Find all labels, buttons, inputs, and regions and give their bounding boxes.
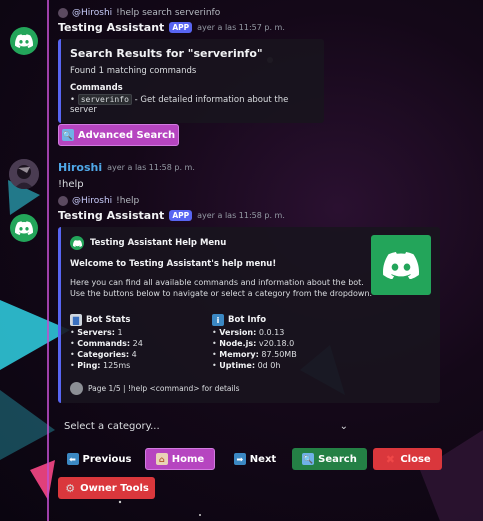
cross-icon: ✖ xyxy=(385,452,395,466)
field-value: 1 xyxy=(117,328,123,337)
footer-avatar xyxy=(70,382,83,395)
reply-reference[interactable]: @Hiroshi !help search serverinfo xyxy=(58,8,468,18)
embed-footer: Page 1/5 | !help <command> for details xyxy=(70,382,240,395)
field-value: v20.18.0 xyxy=(258,339,295,348)
search-label: Search xyxy=(318,453,357,465)
author-name[interactable]: Testing Assistant xyxy=(58,21,164,34)
reply-mention[interactable]: @Hiroshi xyxy=(72,196,112,206)
advanced-search-label: Advanced Search xyxy=(77,129,176,141)
user-avatar[interactable] xyxy=(9,159,39,189)
gear-icon: ⚙ xyxy=(65,481,76,495)
author-name[interactable]: Testing Assistant xyxy=(58,209,164,222)
field-label: Node.js: xyxy=(219,339,257,348)
field-row: • Commands: 24 xyxy=(70,339,210,348)
commands-heading: Commands xyxy=(70,83,123,93)
reply-text: !help xyxy=(116,196,140,206)
field-label: Servers: xyxy=(77,328,115,337)
previous-label: Previous xyxy=(82,453,132,465)
magnifier-icon: 🔍 xyxy=(302,453,315,465)
reply-mention[interactable]: @Hiroshi xyxy=(72,8,112,18)
command-code: serverinfo xyxy=(77,94,132,105)
field-row: • Categories: 4 xyxy=(70,350,210,359)
previous-button[interactable]: ⬅ Previous xyxy=(64,448,134,470)
close-label: Close xyxy=(400,453,431,465)
timestamp: ayer a las 11:58 p. m. xyxy=(197,211,285,220)
info-icon: i xyxy=(212,314,224,326)
message-user-help: Hiroshi ayer a las 11:58 p. m. !help xyxy=(58,161,195,190)
reply-avatar xyxy=(58,196,68,206)
field-row: • Uptime: 0d 0h xyxy=(212,361,362,370)
app-tag: APP xyxy=(169,22,193,33)
search-results-embed: Search Results for "serverinfo" Found 1 … xyxy=(58,39,324,123)
discord-logo-icon xyxy=(72,239,82,247)
field-label: Categories: xyxy=(77,350,130,359)
field-row: • Node.js: v20.18.0 xyxy=(212,339,362,348)
field-row: • Ping: 125ms xyxy=(70,361,210,370)
embed-found-text: Found 1 matching commands xyxy=(70,66,197,76)
timestamp: ayer a las 11:58 p. m. xyxy=(107,163,195,172)
bullet: • xyxy=(70,95,76,105)
chevron-down-icon: ⌄ xyxy=(339,420,348,432)
help-menu-embed: Testing Assistant Help Menu Welcome to T… xyxy=(58,227,440,403)
owner-tools-button[interactable]: ⚙ Owner Tools xyxy=(58,477,155,499)
message-search-results: @Hiroshi !help search serverinfo Testing… xyxy=(58,8,468,123)
info-title: Bot Info xyxy=(228,315,267,325)
bot-info-field: i Bot Info • Version: 0.0.13 • Node.js: v… xyxy=(212,314,362,370)
stats-title: Bot Stats xyxy=(86,315,131,325)
house-icon: ⌂ xyxy=(155,453,168,465)
next-button[interactable]: ➡ Next xyxy=(227,448,283,470)
message-text: !help xyxy=(58,179,84,190)
reply-reference[interactable]: @Hiroshi !help xyxy=(58,196,468,206)
field-value: 24 xyxy=(132,339,143,348)
category-select[interactable]: Select a category... ⌄ xyxy=(58,415,354,437)
arrow-right-icon: ➡ xyxy=(233,453,246,465)
embed-author-title: Testing Assistant Help Menu xyxy=(90,238,227,248)
field-label: Ping: xyxy=(77,361,101,370)
embed-author-icon xyxy=(70,236,84,250)
footer-text: Page 1/5 | !help <command> for details xyxy=(88,384,240,393)
home-label: Home xyxy=(171,453,205,465)
arrow-left-icon: ⬅ xyxy=(66,453,79,465)
field-row: • Version: 0.0.13 xyxy=(212,328,362,337)
author-name[interactable]: Hiroshi xyxy=(58,161,102,174)
timestamp: ayer a las 11:57 p. m. xyxy=(197,23,285,32)
field-label: Version: xyxy=(219,328,257,337)
field-label: Uptime: xyxy=(219,361,256,370)
field-label: Commands: xyxy=(77,339,131,348)
embed-title: Search Results for "serverinfo" xyxy=(70,47,263,60)
field-row: • Memory: 87.50MB xyxy=(212,350,362,359)
stats-list: • Servers: 1 • Commands: 24 • Categories: … xyxy=(70,328,210,370)
app-tag: APP xyxy=(169,210,193,221)
close-button[interactable]: ✖ Close xyxy=(373,448,442,470)
field-value: 0.0.13 xyxy=(258,328,285,337)
advanced-search-button[interactable]: 🔍 Advanced Search xyxy=(58,124,179,146)
info-list: • Version: 0.0.13 • Node.js: v20.18.0 • Me… xyxy=(212,328,362,370)
discord-logo-icon xyxy=(15,221,33,235)
reply-avatar xyxy=(58,8,68,18)
field-row: • Servers: 1 xyxy=(70,328,210,337)
discord-logo-icon xyxy=(15,34,33,48)
bot-stats-field: ▇ Bot Stats • Servers: 1 • Commands: 24 • … xyxy=(70,314,210,370)
home-button[interactable]: ⌂ Home xyxy=(145,448,215,470)
bot-avatar[interactable] xyxy=(10,27,38,55)
next-label: Next xyxy=(249,453,277,465)
field-value: 4 xyxy=(131,350,137,359)
command-list-item: • serverinfo - Get detailed information … xyxy=(70,94,316,115)
select-placeholder: Select a category... xyxy=(64,420,160,432)
user-avatar-image xyxy=(9,159,39,189)
embed-thumbnail xyxy=(371,235,431,295)
magnifier-icon: 🔍 xyxy=(61,129,74,141)
bar-chart-icon: ▇ xyxy=(70,314,82,326)
field-value: 125ms xyxy=(103,361,131,370)
reply-text: !help search serverinfo xyxy=(116,8,221,18)
message-help-menu: @Hiroshi !help Testing Assistant APP aye… xyxy=(58,196,468,222)
field-label: Memory: xyxy=(219,350,259,359)
owner-tools-label: Owner Tools xyxy=(80,482,149,494)
field-value: 0d 0h xyxy=(257,361,281,370)
field-value: 87.50MB xyxy=(261,350,297,359)
search-button[interactable]: 🔍 Search xyxy=(292,448,367,470)
bot-avatar[interactable] xyxy=(10,214,38,242)
discord-logo-icon xyxy=(383,251,419,279)
